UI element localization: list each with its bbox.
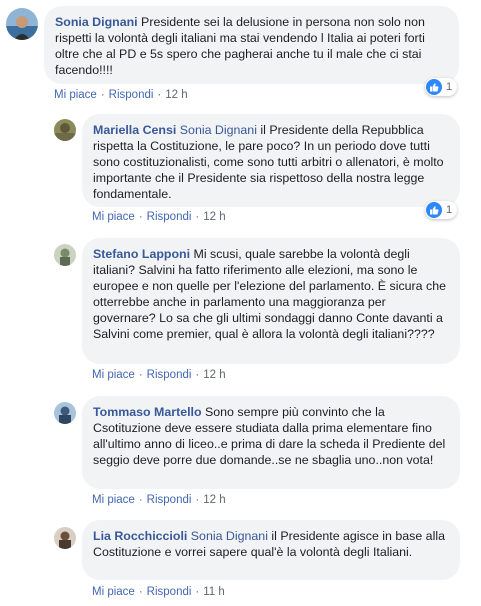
separator-dot: · <box>100 89 105 101</box>
reply-link[interactable]: Rispondi <box>109 89 154 101</box>
avatar[interactable] <box>54 244 76 266</box>
separator-dot: · <box>195 494 200 506</box>
reaction-badge[interactable]: 1 <box>425 78 458 96</box>
reply-link[interactable]: Rispondi <box>147 586 192 598</box>
comment-timestamp[interactable]: 12 h <box>203 211 225 223</box>
mention-link[interactable]: Sonia Dignani <box>180 123 257 137</box>
reply-link[interactable]: Rispondi <box>147 494 192 506</box>
comment-author[interactable]: Mariella Censi <box>93 123 176 137</box>
separator-dot: · <box>195 211 200 223</box>
comment-actions: Mi piace · Rispondi · 12 h <box>92 211 226 223</box>
comment-author[interactable]: Stefano Lapponi <box>93 247 190 261</box>
comment-timestamp[interactable]: 12 h <box>203 494 225 506</box>
separator-dot: · <box>138 369 143 381</box>
comment-bubble: Tommaso Martello Sono sempre più convint… <box>82 396 460 489</box>
avatar[interactable] <box>54 527 76 549</box>
separator-dot: · <box>195 369 200 381</box>
reaction-badge[interactable]: 1 <box>425 201 458 219</box>
like-link[interactable]: Mi piace <box>92 494 135 506</box>
separator-dot: · <box>138 586 143 598</box>
like-link[interactable]: Mi piace <box>54 89 97 101</box>
reply-link[interactable]: Rispondi <box>147 369 192 381</box>
separator-dot: · <box>157 89 162 101</box>
comment-timestamp[interactable]: 12 h <box>165 89 187 101</box>
comment-bubble: Mariella Censi Sonia Dignani il Presiden… <box>82 114 460 207</box>
like-link[interactable]: Mi piace <box>92 369 135 381</box>
comment-author[interactable]: Tommaso Martello <box>93 405 202 419</box>
like-link[interactable]: Mi piace <box>92 586 135 598</box>
separator-dot: · <box>138 211 143 223</box>
avatar[interactable] <box>54 402 76 424</box>
comment-text: Mi scusi, quale sarebbe la volontà degli… <box>93 247 446 341</box>
comment-timestamp[interactable]: 11 h <box>203 586 225 598</box>
comment-author[interactable]: Sonia Dignani <box>55 15 138 29</box>
comment-timestamp[interactable]: 12 h <box>203 369 225 381</box>
mention-link[interactable]: Sonia Dignani <box>191 529 268 543</box>
comment-bubble: Lia Rocchiccioli Sonia Dignani il Presid… <box>82 520 460 580</box>
comment-actions: Mi piace · Rispondi · 11 h <box>92 586 225 598</box>
comment-bubble: Sonia Dignani Presidente sei la delusion… <box>44 6 459 84</box>
comment-author[interactable]: Lia Rocchiccioli <box>93 529 187 543</box>
avatar[interactable] <box>6 8 38 40</box>
like-icon <box>426 202 442 218</box>
like-icon <box>426 79 442 95</box>
reaction-count: 1 <box>446 204 453 216</box>
reply-link[interactable]: Rispondi <box>147 211 192 223</box>
reaction-count: 1 <box>446 81 453 93</box>
like-link[interactable]: Mi piace <box>92 211 135 223</box>
comment-bubble: Stefano Lapponi Mi scusi, quale sarebbe … <box>82 238 460 364</box>
comment-actions: Mi piace · Rispondi · 12 h <box>92 494 226 506</box>
avatar[interactable] <box>54 119 76 141</box>
separator-dot: · <box>195 586 200 598</box>
comment-actions: Mi piace · Rispondi · 12 h <box>54 89 188 101</box>
separator-dot: · <box>138 494 143 506</box>
comment-actions: Mi piace · Rispondi · 12 h <box>92 369 226 381</box>
